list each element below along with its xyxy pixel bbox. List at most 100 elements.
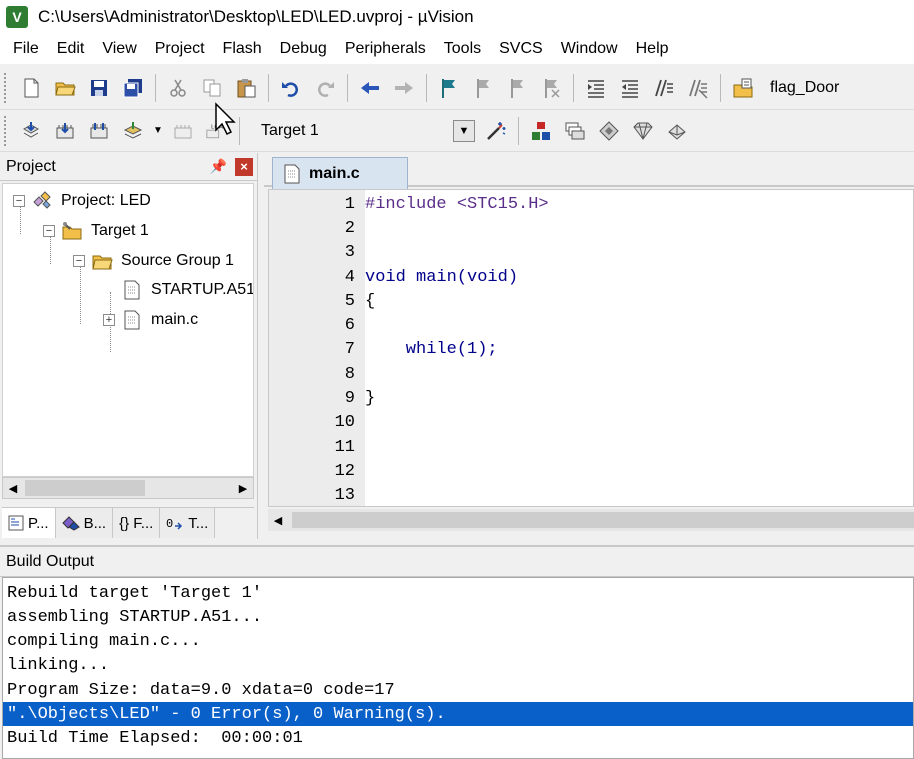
tab-project[interactable]: P... <box>2 508 56 538</box>
clear-bookmarks-button[interactable] <box>536 73 566 103</box>
navigate-forward-button[interactable] <box>389 73 419 103</box>
stop-build-button[interactable] <box>168 116 198 146</box>
code-line[interactable]: 9} <box>269 386 913 410</box>
unindent-button[interactable] <box>615 73 645 103</box>
translate-button[interactable] <box>16 116 46 146</box>
code-line[interactable]: 10 <box>269 410 913 434</box>
packs-icon <box>668 123 686 140</box>
output-line[interactable]: Program Size: data=9.0 xdata=0 code=17 <box>3 678 913 702</box>
code-line[interactable]: 6 <box>269 313 913 337</box>
save-all-button[interactable] <box>118 73 148 103</box>
output-line[interactable]: Rebuild target 'Target 1' <box>3 581 913 605</box>
output-line[interactable]: assembling STARTUP.A51... <box>3 605 913 629</box>
next-bookmark-button[interactable] <box>502 73 532 103</box>
batch-build-dropdown[interactable]: ▼ <box>152 116 164 146</box>
collapse-icon[interactable]: − <box>13 195 25 207</box>
find-in-files-button[interactable] <box>728 73 758 103</box>
code-line[interactable]: 12 <box>269 459 913 483</box>
tree-item-source-group[interactable]: − Source Group 1 <box>73 247 234 275</box>
manage-runtime-button[interactable] <box>594 116 624 146</box>
tree-item-startup-file[interactable]: STARTUP.A51 <box>103 276 253 304</box>
build-button[interactable] <box>50 116 80 146</box>
output-line[interactable]: Build Time Elapsed: 00:00:01 <box>3 726 913 750</box>
paste-button[interactable] <box>231 73 261 103</box>
menu-help[interactable]: Help <box>627 34 678 64</box>
menu-project[interactable]: Project <box>146 34 214 64</box>
scroll-right-icon[interactable]: ▶ <box>233 478 253 498</box>
tab-functions[interactable]: {} F... <box>113 508 161 538</box>
code-line[interactable]: 13 <box>269 483 913 506</box>
build-output-text[interactable]: Rebuild target 'Target 1' assembling STA… <box>2 577 914 759</box>
tab-label: P... <box>28 514 49 532</box>
menu-flash[interactable]: Flash <box>214 34 271 64</box>
chevron-down-icon[interactable]: ▼ <box>453 119 475 142</box>
menu-debug[interactable]: Debug <box>271 34 336 64</box>
copy-icon <box>203 79 221 96</box>
scroll-left-icon[interactable]: ◀ <box>3 478 23 498</box>
pack-installer-button[interactable] <box>628 116 658 146</box>
output-line-selected[interactable]: ".\Objects\LED" - 0 Error(s), 0 Warning(… <box>3 702 913 726</box>
previous-bookmark-button[interactable] <box>468 73 498 103</box>
collapse-icon[interactable]: − <box>43 225 55 237</box>
code-line[interactable]: 4 void main(void) <box>269 265 913 289</box>
scroll-left-icon[interactable]: ◀ <box>268 510 288 530</box>
output-line[interactable]: linking... <box>3 653 913 677</box>
cut-icon <box>170 79 186 97</box>
menu-file[interactable]: File <box>4 34 48 64</box>
code-line[interactable]: 1 #include <STC15.H> <box>269 192 913 216</box>
target-select[interactable]: Target 1 ▼ <box>251 116 479 146</box>
batch-build-button[interactable] <box>118 116 148 146</box>
select-packs-button[interactable] <box>560 116 590 146</box>
collapse-icon[interactable]: − <box>73 255 85 267</box>
navigate-back-button[interactable] <box>355 73 385 103</box>
toolbar-grip[interactable] <box>4 115 10 146</box>
output-line[interactable]: compiling main.c... <box>3 629 913 653</box>
editor-tab-main-c[interactable]: main.c <box>272 157 408 189</box>
menu-view[interactable]: View <box>93 34 145 64</box>
scroll-thumb[interactable] <box>25 480 145 496</box>
menu-window[interactable]: Window <box>552 34 627 64</box>
tree-item-main-file[interactable]: + main.c <box>103 306 198 334</box>
software-packs-button[interactable] <box>662 116 692 146</box>
project-tree-hscrollbar[interactable]: ◀ ▶ <box>2 477 254 499</box>
indent-button[interactable] <box>581 73 611 103</box>
menu-edit[interactable]: Edit <box>48 34 94 64</box>
find-combo-value[interactable]: flag_Door <box>770 79 839 97</box>
comment-selection-button[interactable] <box>649 73 679 103</box>
pin-icon[interactable]: 📌 <box>210 158 227 175</box>
close-icon[interactable]: × <box>235 157 253 176</box>
open-file-button[interactable] <box>50 73 80 103</box>
save-button[interactable] <box>84 73 114 103</box>
menu-peripherals[interactable]: Peripherals <box>336 34 435 64</box>
new-file-button[interactable] <box>16 73 46 103</box>
code-line[interactable]: 3 <box>269 240 913 264</box>
cut-button[interactable] <box>163 73 193 103</box>
code-line[interactable]: 2 <box>269 216 913 240</box>
code-line[interactable]: 11 <box>269 435 913 459</box>
bookmark-next-icon <box>511 78 523 98</box>
code-line[interactable]: 8 <box>269 362 913 386</box>
code-line[interactable]: 5{ <box>269 289 913 313</box>
tab-books[interactable]: B... <box>55 508 114 538</box>
tab-templates[interactable]: 0 T... <box>160 508 216 538</box>
tree-item-project[interactable]: − Project: LED <box>13 187 151 215</box>
translate-icon <box>22 121 40 138</box>
undo-button[interactable] <box>276 73 306 103</box>
uncomment-selection-button[interactable] <box>683 73 713 103</box>
rebuild-button[interactable] <box>84 116 114 146</box>
tree-item-target[interactable]: − Target 1 <box>43 217 149 245</box>
code-line[interactable]: 7 while(1); <box>269 337 913 361</box>
code-editor[interactable]: 1 #include <STC15.H> 2 3 4 void main(void)… <box>268 189 914 507</box>
manage-project-items-button[interactable] <box>526 116 556 146</box>
redo-button[interactable] <box>310 73 340 103</box>
scroll-thumb[interactable] <box>292 512 914 528</box>
toolbar-grip[interactable] <box>4 72 10 103</box>
uncomment-icon <box>689 79 708 99</box>
target-options-button[interactable] <box>481 116 511 146</box>
expand-icon[interactable]: + <box>103 314 115 326</box>
menu-tools[interactable]: Tools <box>435 34 490 64</box>
insert-bookmark-button[interactable] <box>434 73 464 103</box>
copy-button[interactable] <box>197 73 227 103</box>
menu-svcs[interactable]: SVCS <box>490 34 552 64</box>
editor-hscrollbar[interactable]: ◀ <box>268 509 914 531</box>
